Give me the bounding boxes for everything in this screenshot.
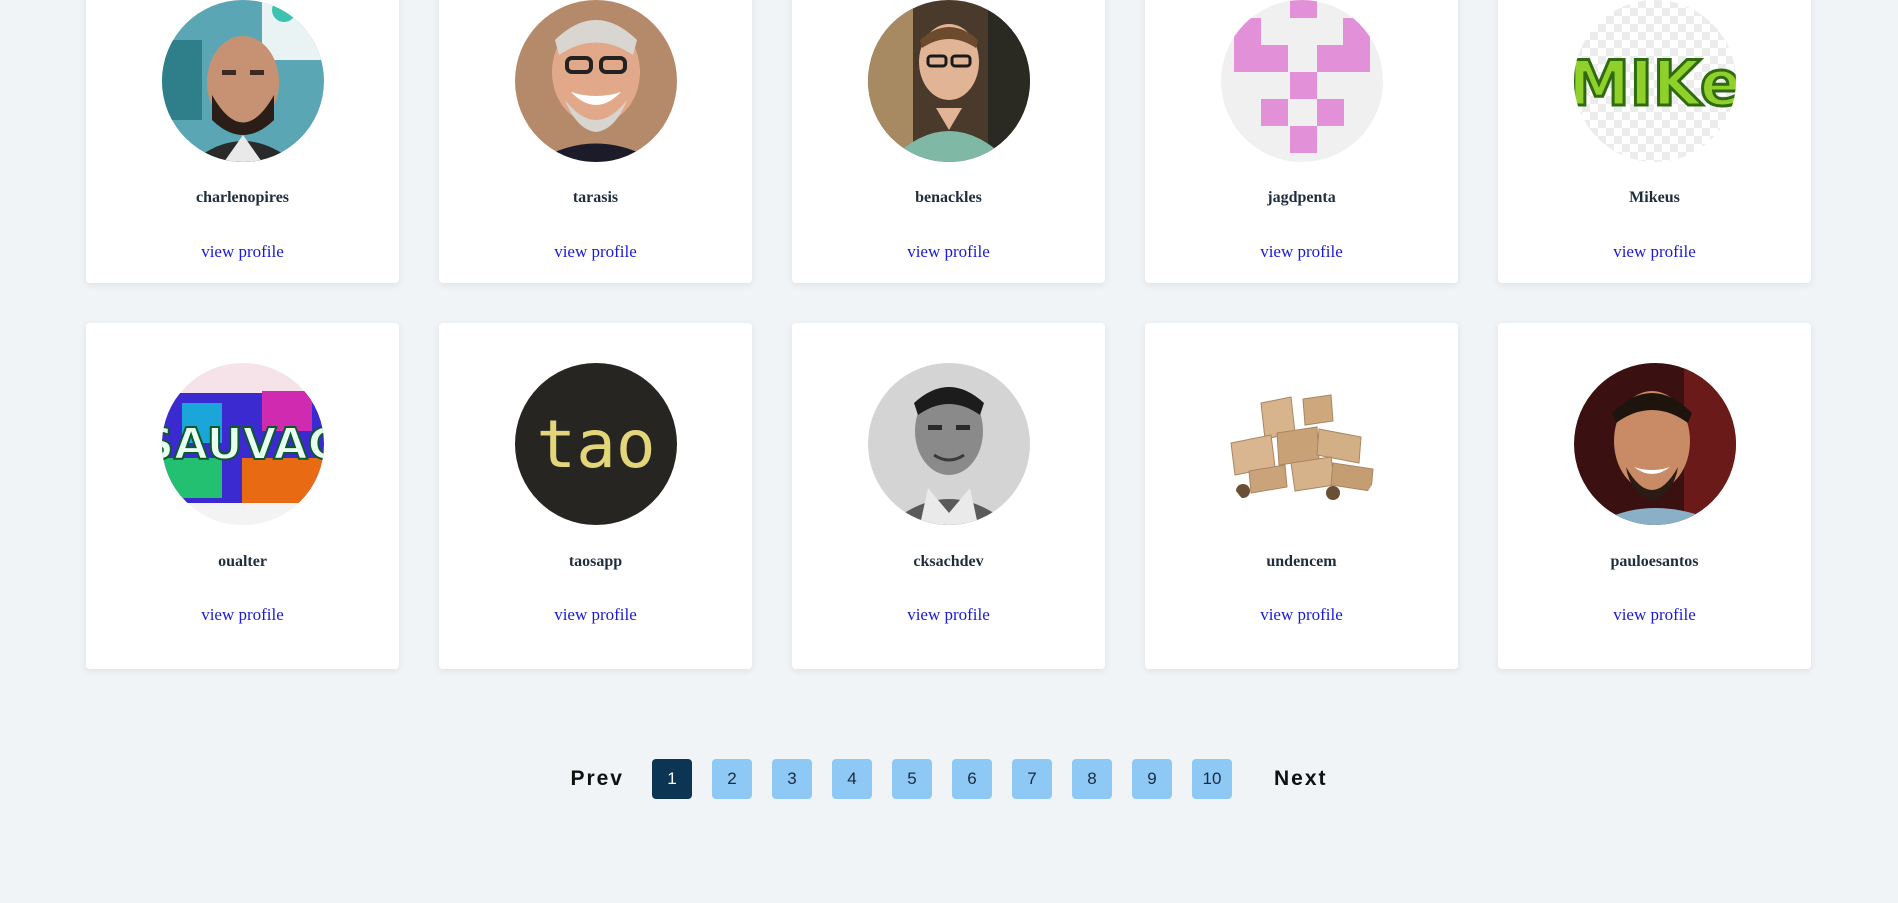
svg-text:party: party xyxy=(300,6,324,17)
user-grid-row-1: party charlenopires view profile tarasis… xyxy=(86,0,1814,283)
view-profile-link[interactable]: view profile xyxy=(1613,242,1696,262)
view-profile-link[interactable]: view profile xyxy=(907,605,990,625)
next-button[interactable]: Next xyxy=(1274,767,1328,791)
username: cksachdev xyxy=(913,553,984,570)
page-button-9[interactable]: 9 xyxy=(1132,759,1172,799)
user-card: cksachdev view profile xyxy=(792,323,1105,669)
avatar[interactable]: MIKe xyxy=(1573,0,1736,162)
svg-text:tao: tao xyxy=(536,406,655,483)
view-profile-link[interactable]: view profile xyxy=(554,605,637,625)
svg-text:SAUVAG: SAUVAG xyxy=(162,419,324,470)
user-card: benackles view profile xyxy=(792,0,1105,283)
user-card: jagdpenta view profile xyxy=(1145,0,1458,283)
avatar[interactable] xyxy=(1220,0,1383,162)
page-button-1[interactable]: 1 xyxy=(652,759,692,799)
username: jagdpenta xyxy=(1267,189,1336,206)
username: tarasis xyxy=(572,189,619,206)
svg-text:MIKe: MIKe xyxy=(1574,47,1736,120)
avatar[interactable] xyxy=(1220,363,1383,525)
page-button-7[interactable]: 7 xyxy=(1012,759,1052,799)
view-profile-link[interactable]: view profile xyxy=(201,605,284,625)
avatar[interactable] xyxy=(867,0,1030,162)
username: taosapp xyxy=(568,553,623,570)
page-button-3[interactable]: 3 xyxy=(772,759,812,799)
page-button-5[interactable]: 5 xyxy=(892,759,932,799)
avatar[interactable] xyxy=(867,363,1030,525)
username: undencem xyxy=(1266,553,1337,570)
page-button-6[interactable]: 6 xyxy=(952,759,992,799)
avatar[interactable] xyxy=(514,0,677,162)
user-grid-row-2: SAUVAG oualter view profile tao taosapp … xyxy=(86,323,1814,669)
page-button-2[interactable]: 2 xyxy=(712,759,752,799)
username: pauloesantos xyxy=(1610,553,1699,570)
view-profile-link[interactable]: view profile xyxy=(554,242,637,262)
username: charlenopires xyxy=(195,189,290,206)
user-card: undencem view profile xyxy=(1145,323,1458,669)
avatar[interactable]: party xyxy=(161,0,324,162)
user-card: tao taosapp view profile xyxy=(439,323,752,669)
pagination: Prev 1 2 3 4 5 6 7 8 9 10 Next xyxy=(0,759,1898,799)
user-card: tarasis view profile xyxy=(439,0,752,283)
avatar[interactable]: SAUVAG xyxy=(161,363,324,525)
user-card: party charlenopires view profile xyxy=(86,0,399,283)
prev-button[interactable]: Prev xyxy=(570,767,624,791)
page-button-8[interactable]: 8 xyxy=(1072,759,1112,799)
avatar[interactable]: tao xyxy=(514,363,677,525)
view-profile-link[interactable]: view profile xyxy=(907,242,990,262)
user-card: SAUVAG oualter view profile xyxy=(86,323,399,669)
username: benackles xyxy=(915,189,982,206)
view-profile-link[interactable]: view profile xyxy=(1260,242,1343,262)
avatar[interactable] xyxy=(1573,363,1736,525)
view-profile-link[interactable]: view profile xyxy=(1613,605,1696,625)
view-profile-link[interactable]: view profile xyxy=(201,242,284,262)
user-card: MIKe Mikeus view profile xyxy=(1498,0,1811,283)
username: Mikeus xyxy=(1629,189,1680,206)
user-card: pauloesantos view profile xyxy=(1498,323,1811,669)
page-button-10[interactable]: 10 xyxy=(1192,759,1232,799)
username: oualter xyxy=(218,553,267,570)
page-button-4[interactable]: 4 xyxy=(832,759,872,799)
view-profile-link[interactable]: view profile xyxy=(1260,605,1343,625)
